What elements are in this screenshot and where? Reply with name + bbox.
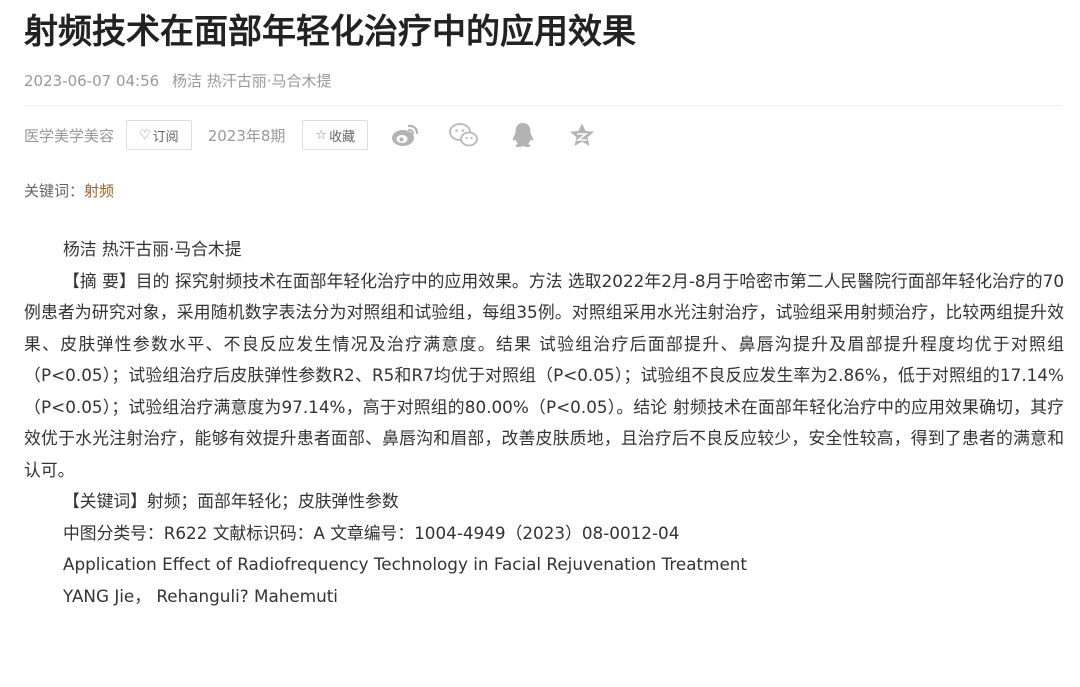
publish-date: 2023-06-07 04:56 (24, 72, 160, 90)
star-outline-icon: ☆ (315, 127, 328, 143)
english-authors: YANG Jie， Rehanguli? Mahemuti (63, 585, 338, 606)
article-body: 杨洁 热汗古丽·马合木提 【摘 要】目的 探究射频技术在面部年轻化治疗中的应用效… (24, 234, 1064, 612)
qzone-icon[interactable] (565, 120, 599, 150)
weibo-icon[interactable] (388, 120, 422, 150)
journal-category-link[interactable]: 医学美学美容 (24, 125, 114, 146)
keywords-line: 关键词：射频 (24, 180, 114, 201)
article-byline: 2023-06-07 04:56 杨洁 热汗古丽·马合木提 (24, 70, 340, 91)
heart-outline-icon: ♡ (139, 127, 151, 143)
keywords-paragraph: 【关键词】射频；面部年轻化；皮肤弹性参数 (63, 491, 399, 511)
body-authors: 杨洁 热汗古丽·马合木提 (63, 239, 242, 259)
keyword-link[interactable]: 射频 (84, 182, 114, 200)
qq-icon[interactable] (506, 120, 540, 150)
keywords-label: 关键词： (24, 182, 85, 200)
header-divider (24, 105, 1062, 106)
english-title: Application Effect of Radiofrequency Tec… (63, 554, 747, 574)
author-names: 杨洁 热汗古丽·马合木提 (171, 72, 332, 90)
favorite-label: 收藏 (329, 129, 356, 145)
subscribe-button[interactable]: ♡ 订阅 (126, 120, 192, 150)
classification-paragraph: 中图分类号：R622 文献标识码：A 文章编号：1004-4949（2023）0… (63, 522, 680, 543)
abstract-paragraph: 【摘 要】目的 探究射频技术在面部年轻化治疗中的应用效果。方法 选取2022年2… (24, 270, 1064, 480)
subscribe-label: 订阅 (152, 129, 179, 145)
favorite-button[interactable]: ☆ 收藏 (302, 120, 369, 150)
article-toolbar: 医学美学美容 ♡ 订阅 2023年8期 ☆ 收藏 (24, 119, 624, 151)
article-title: 射频技术在面部年轻化治疗中的应用效果 (24, 12, 636, 52)
wechat-icon[interactable] (447, 120, 481, 150)
journal-issue-link[interactable]: 2023年8期 (208, 125, 286, 146)
share-icons (388, 120, 624, 150)
